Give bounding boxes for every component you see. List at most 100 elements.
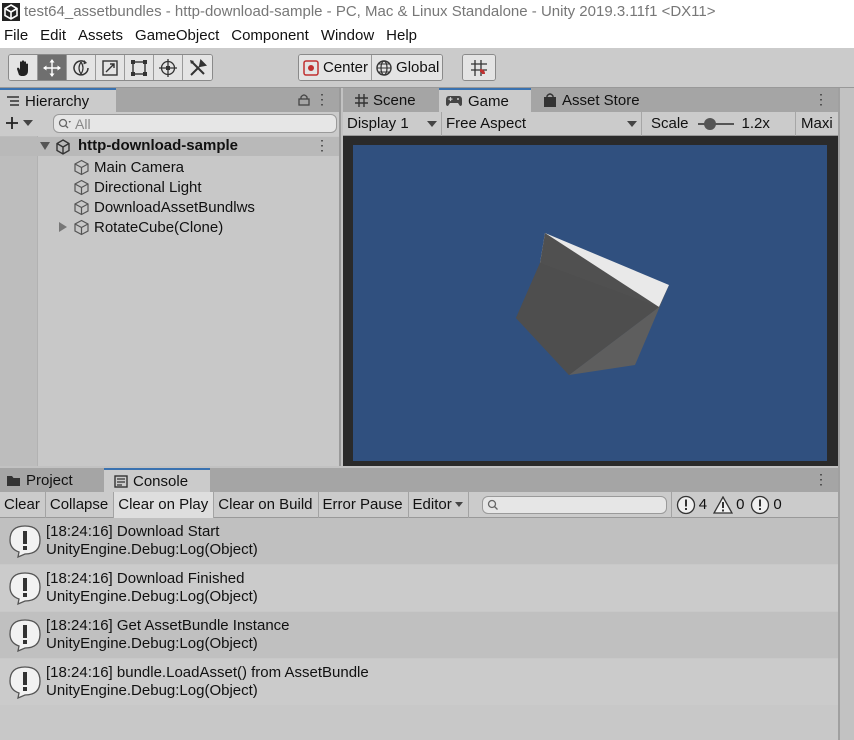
game-tab-bar: Scene Game Asset Store ⋮ <box>343 88 838 112</box>
window-title: test64_assetbundles - http-download-samp… <box>24 3 716 20</box>
console-search-input[interactable] <box>481 495 667 514</box>
snap-toggle-button[interactable] <box>463 55 495 80</box>
display-dropdown[interactable]: Display 1 <box>343 111 442 136</box>
menu-edit[interactable]: Edit <box>35 27 73 44</box>
tab-console-label: Console <box>133 472 189 490</box>
menu-assets[interactable]: Assets <box>73 27 130 44</box>
scale-tool-icon <box>102 59 118 76</box>
hierarchy-item-label: Main Camera <box>94 158 185 176</box>
clear-on-build-toggle[interactable]: Clear on Build <box>214 491 319 518</box>
menu-file[interactable]: File <box>0 27 35 44</box>
scale-slider-thumb[interactable] <box>703 117 716 130</box>
create-dropdown[interactable] <box>4 115 33 131</box>
custom-tool-button[interactable] <box>183 55 212 80</box>
tab-scene-label: Scene <box>373 92 416 109</box>
folder-icon <box>7 476 20 486</box>
rect-tool-button[interactable] <box>125 55 154 80</box>
log-entry[interactable]: [18:24:16] Download Finished UnityEngine… <box>0 565 838 611</box>
hierarchy-item-label: DownloadAssetBundlws <box>94 198 255 216</box>
hand-tool-button[interactable] <box>9 55 38 80</box>
expand-arrow-icon[interactable] <box>59 222 67 232</box>
pivot-space-label: Global <box>396 59 440 76</box>
hierarchy-list-icon <box>7 96 19 106</box>
tab-asset-store[interactable]: Asset Store <box>531 89 655 112</box>
hierarchy-menu-icon[interactable]: ⋮ <box>315 91 329 108</box>
log-message-line: [18:24:16] Download Start <box>46 523 220 540</box>
rotate-tool-button[interactable] <box>67 55 96 80</box>
pivot-space-button[interactable]: Global <box>372 55 443 80</box>
hierarchy-tree: http-download-sample ⋮ Main Camera Direc… <box>0 136 339 466</box>
menu-window[interactable]: Window <box>316 27 381 44</box>
error-pause-toggle[interactable]: Error Pause <box>319 491 409 518</box>
tab-game[interactable]: Game <box>439 88 531 112</box>
editor-dropdown[interactable]: Editor <box>409 491 469 518</box>
warning-count-toggle[interactable]: 0 <box>713 495 745 514</box>
scene-row[interactable]: http-download-sample ⋮ <box>0 137 339 156</box>
menu-help[interactable]: Help <box>381 27 424 44</box>
tab-project[interactable]: Project <box>0 469 104 492</box>
grid-icon <box>355 94 368 107</box>
clear-on-play-toggle[interactable]: Clear on Play <box>114 491 215 518</box>
hierarchy-item-label: RotateCube(Clone) <box>94 218 224 236</box>
hierarchy-item[interactable]: Main Camera <box>73 157 184 177</box>
game-viewport[interactable] <box>353 145 827 461</box>
gameobject-cube-icon <box>74 179 89 195</box>
warning-count: 0 <box>736 496 745 513</box>
pivot-mode-label: Center <box>323 59 369 76</box>
tab-project-label: Project <box>26 472 73 489</box>
pivot-mode-button[interactable]: Center <box>299 55 373 80</box>
console-menu-icon[interactable]: ⋮ <box>814 471 828 488</box>
tab-asset-store-label: Asset Store <box>562 92 640 109</box>
scene-menu-icon[interactable]: ⋮ <box>315 137 329 154</box>
hierarchy-item[interactable]: DownloadAssetBundlws <box>73 197 255 217</box>
snap-group <box>462 54 496 81</box>
hierarchy-item[interactable]: Directional Light <box>73 177 202 197</box>
hierarchy-search-input[interactable]: All <box>53 114 337 133</box>
main-toolbar: Center Global <box>0 48 854 88</box>
rotating-cube <box>516 233 669 375</box>
chevron-down-icon <box>23 120 33 126</box>
log-stack-line: UnityEngine.Debug:Log(Object) <box>46 588 258 605</box>
error-count-toggle[interactable]: 0 <box>750 495 782 515</box>
log-entry[interactable]: [18:24:16] Download Start UnityEngine.De… <box>0 518 838 564</box>
menu-component[interactable]: Component <box>226 27 316 44</box>
chevron-down-icon <box>454 502 463 507</box>
menu-gameobject[interactable]: GameObject <box>130 27 226 44</box>
clear-button[interactable]: Clear <box>0 491 46 518</box>
snap-grid-icon <box>471 59 487 76</box>
unity-scene-icon <box>56 139 70 155</box>
console-icon <box>114 474 128 488</box>
aspect-dropdown[interactable]: Free Aspect <box>442 111 642 136</box>
collapse-button[interactable]: Collapse <box>46 491 115 518</box>
tab-scene[interactable]: Scene <box>343 89 439 112</box>
info-count-toggle[interactable]: 4 <box>676 495 707 515</box>
chevron-down-icon <box>427 120 437 127</box>
tree-gutter <box>0 136 38 466</box>
game-menu-icon[interactable]: ⋮ <box>814 91 828 108</box>
scale-slider[interactable] <box>697 117 734 130</box>
lock-icon[interactable] <box>298 93 310 106</box>
expand-arrow-icon[interactable] <box>40 142 50 150</box>
transform-tool-icon <box>159 58 177 77</box>
log-entry[interactable]: [18:24:16] Get AssetBundle Instance Unit… <box>0 612 838 658</box>
hierarchy-item[interactable]: RotateCube(Clone) <box>73 217 223 237</box>
center-pivot-icon <box>303 59 319 76</box>
tab-console[interactable]: Console <box>104 468 210 492</box>
log-entry[interactable]: [18:24:16] bundle.LoadAsset() from Asset… <box>0 659 838 705</box>
tab-hierarchy[interactable]: Hierarchy <box>0 88 116 112</box>
gameobject-cube-icon <box>74 199 89 215</box>
move-tool-icon <box>43 58 61 77</box>
warning-icon <box>713 495 734 514</box>
title-bar: test64_assetbundles - http-download-samp… <box>0 0 854 23</box>
search-icon <box>58 118 71 128</box>
right-panel-edge <box>838 88 854 740</box>
unity-logo-icon <box>2 2 20 21</box>
move-tool-button[interactable] <box>38 55 67 80</box>
console-panel: Project Console ⋮ Clear Collapse Clear o… <box>0 468 838 740</box>
scale-tool-button[interactable] <box>96 55 125 80</box>
maximize-on-play-toggle[interactable]: Maxi <box>796 115 833 132</box>
transform-tool-button[interactable] <box>154 55 183 80</box>
rotate-tool-icon <box>73 59 89 76</box>
hierarchy-tab-bar: Hierarchy ⋮ <box>0 88 339 112</box>
transform-tools <box>8 54 213 81</box>
